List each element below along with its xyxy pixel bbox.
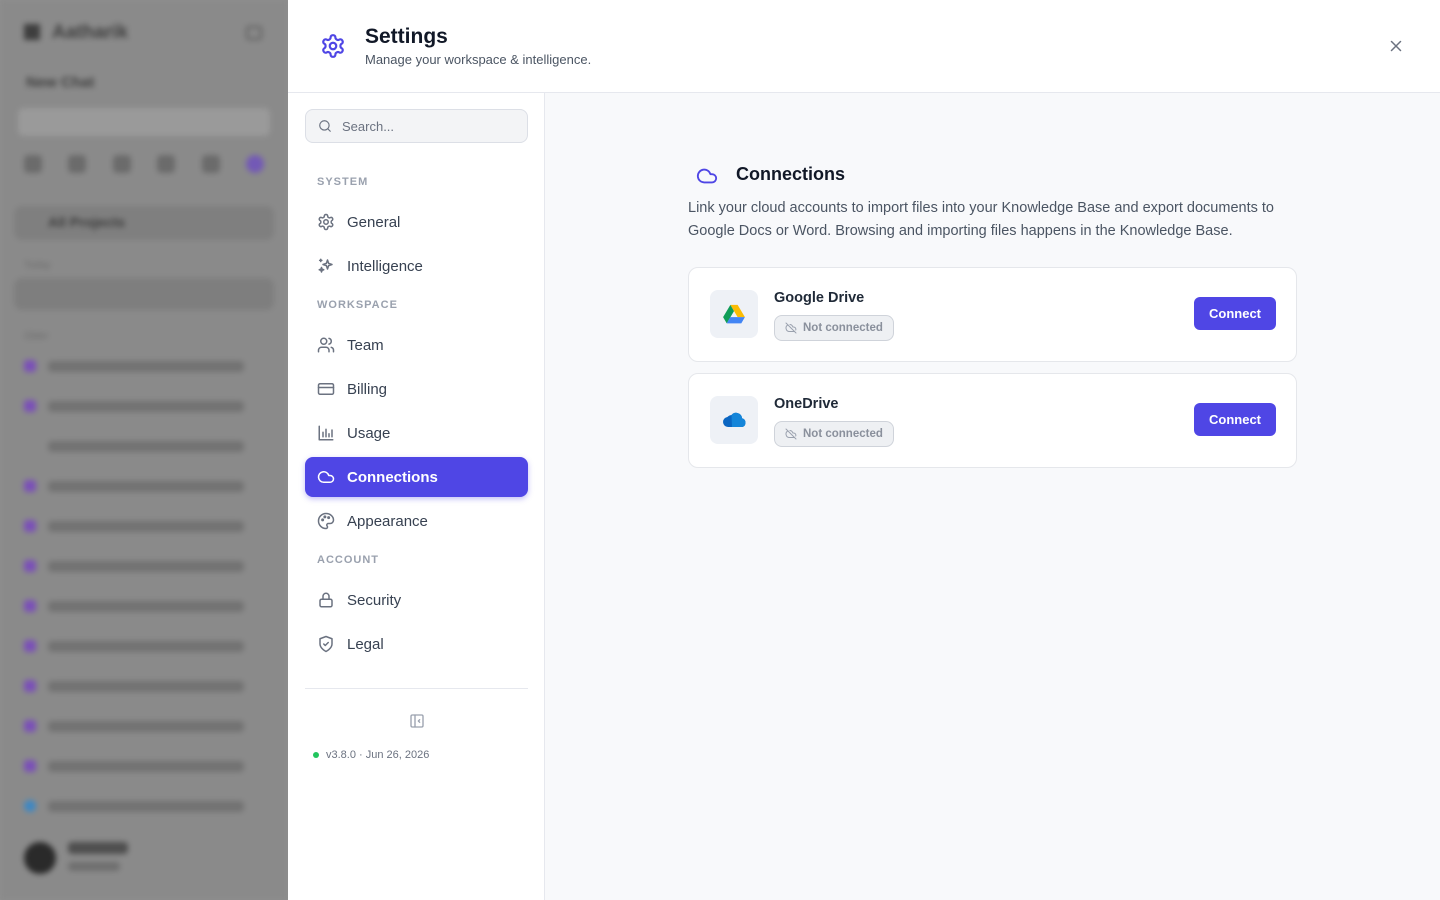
sidebar-item-label: Appearance — [347, 512, 428, 530]
background-chat-item — [24, 637, 244, 655]
sidebar-item-label: Billing — [347, 380, 388, 398]
background-chat-item — [24, 397, 244, 415]
background-chat-item — [24, 517, 244, 535]
sparkles-icon — [317, 257, 335, 275]
sidebar-item-label: Legal — [347, 635, 384, 653]
onedrive-icon — [710, 396, 758, 444]
sidebar-item-label: Security — [347, 591, 402, 609]
status-badge: Not connected — [774, 421, 894, 447]
bar-chart-icon — [317, 424, 335, 442]
search-input[interactable] — [342, 110, 522, 142]
cloud-off-icon — [785, 322, 797, 334]
background-section-older: Older — [24, 331, 49, 342]
background-projects-label: All Projects — [48, 214, 126, 230]
google-drive-icon — [710, 290, 758, 338]
settings-nav: SYSTEM General Intelligence WORKSPACE Te… — [288, 93, 545, 900]
connection-card-google-drive: Google Drive Not connected Connect — [688, 267, 1297, 362]
close-icon — [1390, 40, 1402, 52]
background-tool-icon — [157, 155, 176, 173]
search-icon — [319, 120, 331, 132]
section-title: Connections — [736, 164, 846, 184]
background-collapse-icon — [246, 26, 262, 40]
status-text: Not connected — [803, 428, 883, 440]
sidebar-item-label: General — [347, 213, 401, 231]
background-sidebar: Aatharik New Chat All Projects Today Old… — [0, 0, 288, 900]
nav-section-account: ACCOUNT — [317, 554, 379, 566]
sidebar-item-label: Usage — [347, 424, 391, 442]
page-title: Settings — [365, 25, 448, 48]
settings-header: Settings Manage your workspace & intelli… — [288, 0, 1440, 93]
background-chat-item — [24, 757, 244, 775]
background-user-avatar — [24, 842, 56, 874]
background-user-name — [68, 842, 128, 854]
background-chat-item — [24, 357, 244, 375]
background-section-today: Today — [24, 260, 51, 271]
cloud-off-icon — [785, 428, 797, 440]
background-chat-item — [24, 717, 244, 735]
sidebar-item-appearance[interactable]: Appearance — [305, 501, 528, 541]
search-box — [305, 109, 528, 143]
credit-card-icon — [317, 380, 335, 398]
background-chat-item — [24, 677, 244, 695]
section-description: Link your cloud accounts to import files… — [688, 200, 1274, 239]
background-active-chat — [14, 278, 274, 310]
version-info: v3.8.0 · Jun 26, 2026 — [313, 749, 429, 761]
background-tool-icon — [112, 155, 131, 173]
collapse-sidebar-button[interactable] — [409, 713, 425, 729]
background-tool-icon — [245, 155, 264, 173]
background-chat-item — [24, 437, 244, 455]
nav-divider — [305, 688, 528, 689]
background-tool-icon — [201, 155, 220, 173]
sidebar-item-label: Team — [347, 336, 384, 354]
users-icon — [317, 336, 335, 354]
sidebar-item-label: Intelligence — [347, 257, 423, 275]
gear-icon — [317, 213, 335, 231]
sidebar-item-label: Connections — [347, 468, 438, 486]
background-tool-icon — [24, 155, 42, 173]
status-dot-icon — [313, 752, 319, 758]
connect-google-drive-button[interactable]: Connect — [1194, 297, 1276, 330]
lock-icon — [317, 591, 335, 609]
palette-icon — [317, 512, 335, 530]
cloud-icon — [696, 165, 718, 187]
sidebar-item-security[interactable]: Security — [305, 580, 528, 620]
sidebar-item-billing[interactable]: Billing — [305, 369, 528, 409]
connections-panel: Connections Link your cloud accounts to … — [545, 93, 1440, 900]
sidebar-item-intelligence[interactable]: Intelligence — [305, 246, 528, 286]
sidebar-item-legal[interactable]: Legal — [305, 624, 528, 664]
nav-section-system: SYSTEM — [317, 176, 369, 188]
status-badge: Not connected — [774, 315, 894, 341]
background-tool-icon — [68, 155, 87, 173]
background-brand: Aatharik — [24, 22, 128, 44]
background-chat-item — [24, 557, 244, 575]
sidebar-item-connections[interactable]: Connections — [305, 457, 528, 497]
service-name: OneDrive — [774, 396, 839, 412]
background-chat-item — [24, 797, 244, 815]
sidebar-item-team[interactable]: Team — [305, 325, 528, 365]
settings-modal: Settings Manage your workspace & intelli… — [288, 0, 1440, 900]
close-button[interactable] — [1386, 36, 1406, 56]
cloud-icon — [317, 468, 335, 486]
background-new-chat: New Chat — [26, 74, 95, 91]
status-text: Not connected — [803, 322, 883, 334]
shield-icon — [317, 635, 335, 653]
version-label: v3.8.0 · Jun 26, 2026 — [326, 749, 430, 761]
gear-icon — [320, 33, 346, 59]
background-chat-item — [24, 477, 244, 495]
sidebar-item-general[interactable]: General — [305, 202, 528, 242]
background-toolbar — [24, 152, 264, 176]
background-user-plan — [68, 862, 120, 871]
sidebar-collapse-icon — [410, 714, 424, 728]
page-subtitle: Manage your workspace & intelligence. — [365, 52, 592, 67]
nav-section-workspace: WORKSPACE — [317, 299, 398, 311]
service-name: Google Drive — [774, 290, 865, 306]
connection-card-onedrive: OneDrive Not connected Connect — [688, 373, 1297, 468]
background-search — [18, 108, 270, 136]
sidebar-item-usage[interactable]: Usage — [305, 413, 528, 453]
connect-onedrive-button[interactable]: Connect — [1194, 403, 1276, 436]
background-chat-item — [24, 597, 244, 615]
